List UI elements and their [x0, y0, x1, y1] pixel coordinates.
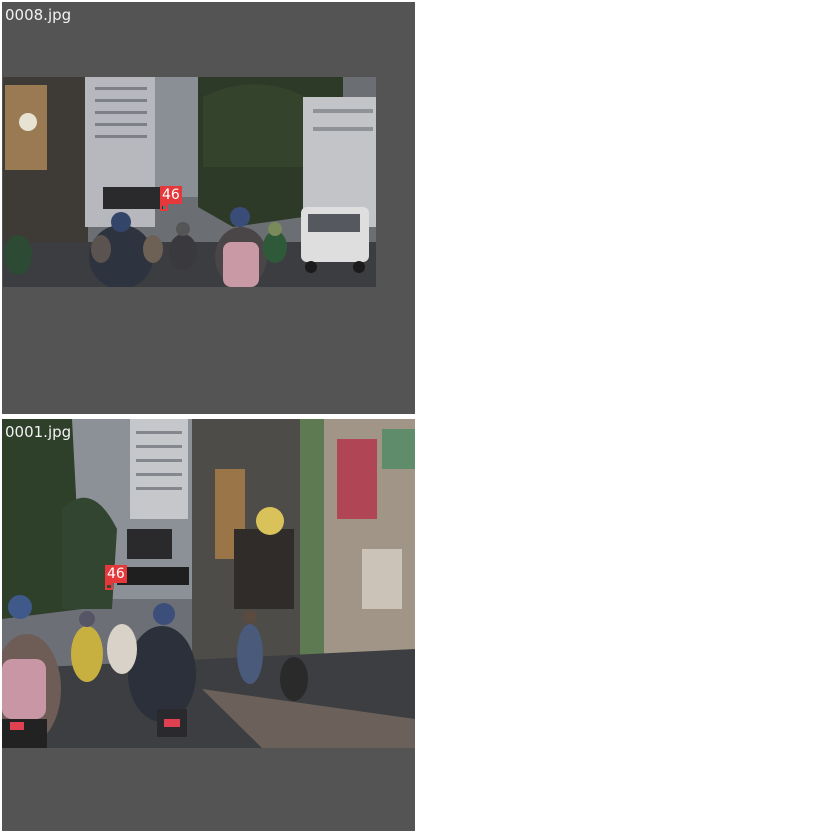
bounding-box-frame [105, 583, 113, 590]
track-id-label: 46 [160, 186, 182, 204]
track-id-label: 46 [105, 565, 127, 583]
image-panel-0001: 0001.jpg 46 [2, 419, 415, 831]
bounding-box-frame [160, 204, 168, 211]
street-scene-photo-0008 [3, 77, 376, 287]
filename-label: 0008.jpg [5, 6, 72, 24]
street-scene-photo-0001 [2, 419, 415, 748]
filename-label: 0001.jpg [5, 423, 72, 441]
image-panel-0008: 0008.jpg 46 [2, 2, 415, 414]
